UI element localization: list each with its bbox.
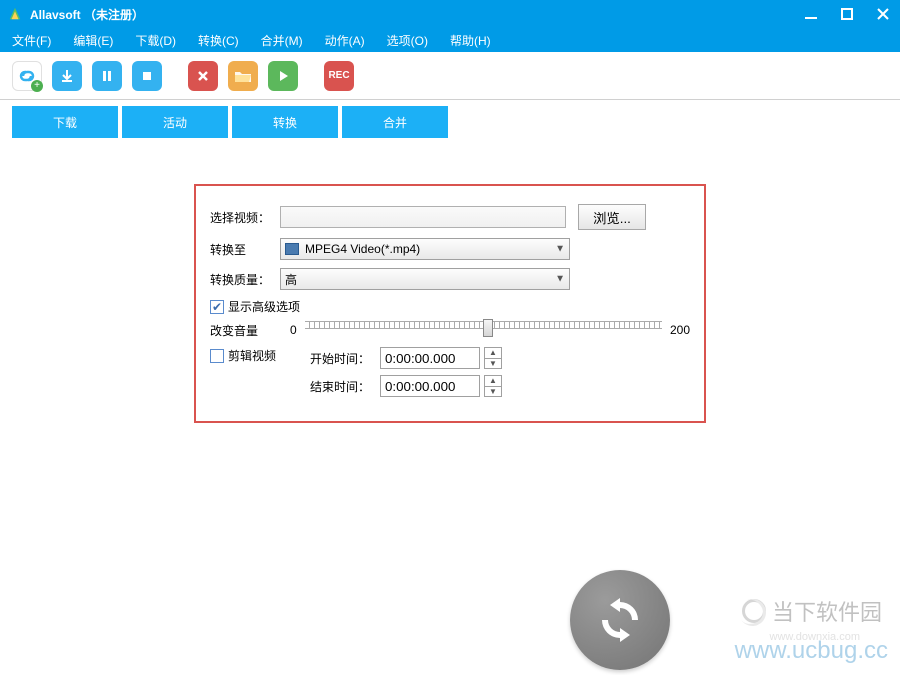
record-button[interactable]: REC xyxy=(324,61,354,91)
plus-badge-icon: + xyxy=(31,80,43,92)
stop-button[interactable] xyxy=(132,61,162,91)
end-time-input[interactable] xyxy=(380,375,480,397)
watermark-ucbug: www.ucbug.cc xyxy=(735,637,888,665)
quality-select[interactable]: 高 ▼ xyxy=(280,268,570,290)
watermark-text: 当下软件园 xyxy=(772,595,882,627)
delete-button[interactable] xyxy=(188,61,218,91)
change-volume-label: 改变音量 xyxy=(210,322,280,339)
app-icon xyxy=(8,7,22,21)
format-value: MPEG4 Video(*.mp4) xyxy=(305,242,420,256)
start-time-input[interactable] xyxy=(380,347,480,369)
video-file-icon xyxy=(285,243,299,255)
volume-max: 200 xyxy=(670,323,690,337)
window-title: Allavsoft （未注册） xyxy=(30,6,802,23)
minimize-button[interactable] xyxy=(802,5,820,23)
end-time-label: 结束时间： xyxy=(310,378,370,395)
video-path-input[interactable] xyxy=(280,206,566,228)
close-button[interactable] xyxy=(874,5,892,23)
menu-edit[interactable]: 编辑(E) xyxy=(69,30,117,51)
menu-options[interactable]: 选项(O) xyxy=(383,30,432,51)
content-area: 选择视频： 浏览... 转换至 MPEG4 Video(*.mp4) ▼ 转换质… xyxy=(0,138,900,675)
paste-url-button[interactable]: + xyxy=(12,61,42,91)
quality-label: 转换质量： xyxy=(210,271,280,288)
tab-download[interactable]: 下载 xyxy=(12,106,118,138)
menu-action[interactable]: 动作(A) xyxy=(321,30,369,51)
pause-button[interactable] xyxy=(92,61,122,91)
start-time-spinner[interactable]: ▲▼ xyxy=(484,347,502,369)
clip-video-checkbox[interactable]: ✔ xyxy=(210,349,224,363)
tab-activity[interactable]: 活动 xyxy=(122,106,228,138)
show-advanced-checkbox[interactable]: ✔ xyxy=(210,300,224,314)
dropdown-icon: ▼ xyxy=(555,244,565,255)
convert-panel: 选择视频： 浏览... 转换至 MPEG4 Video(*.mp4) ▼ 转换质… xyxy=(194,184,706,423)
quality-value: 高 xyxy=(285,271,297,288)
download-button[interactable] xyxy=(52,61,82,91)
menu-file[interactable]: 文件(F) xyxy=(8,30,55,51)
tab-convert[interactable]: 转换 xyxy=(232,106,338,138)
downxia-logo-icon xyxy=(742,599,766,623)
menu-merge[interactable]: 合并(M) xyxy=(257,30,307,51)
volume-slider[interactable] xyxy=(305,321,662,339)
menubar: 文件(F) 编辑(E) 下载(D) 转换(C) 合并(M) 动作(A) 选项(O… xyxy=(0,28,900,52)
rec-label: REC xyxy=(328,70,349,81)
format-select[interactable]: MPEG4 Video(*.mp4) ▼ xyxy=(280,238,570,260)
show-advanced-label: 显示高级选项 xyxy=(228,298,300,315)
dropdown-icon: ▼ xyxy=(555,274,565,285)
play-button[interactable] xyxy=(268,61,298,91)
tab-merge[interactable]: 合并 xyxy=(342,106,448,138)
titlebar: Allavsoft （未注册） xyxy=(0,0,900,28)
watermark-downxia: 当下软件园 xyxy=(742,595,882,627)
menu-help[interactable]: 帮助(H) xyxy=(446,30,495,51)
select-video-label: 选择视频： xyxy=(210,209,280,226)
toolbar: + REC xyxy=(0,52,900,100)
tabs: 下载 活动 转换 合并 xyxy=(0,100,900,138)
open-folder-button[interactable] xyxy=(228,61,258,91)
maximize-button[interactable] xyxy=(838,5,856,23)
slider-thumb[interactable] xyxy=(483,319,493,337)
menu-download[interactable]: 下载(D) xyxy=(131,30,180,51)
clip-video-label: 剪辑视频 xyxy=(228,347,276,364)
menu-convert[interactable]: 转换(C) xyxy=(194,30,243,51)
end-time-spinner[interactable]: ▲▼ xyxy=(484,375,502,397)
convert-to-label: 转换至 xyxy=(210,241,280,258)
refresh-icon xyxy=(592,592,648,648)
start-convert-button[interactable] xyxy=(570,570,670,670)
start-time-label: 开始时间： xyxy=(310,350,370,367)
browse-button[interactable]: 浏览... xyxy=(578,204,646,230)
volume-min: 0 xyxy=(290,323,297,337)
